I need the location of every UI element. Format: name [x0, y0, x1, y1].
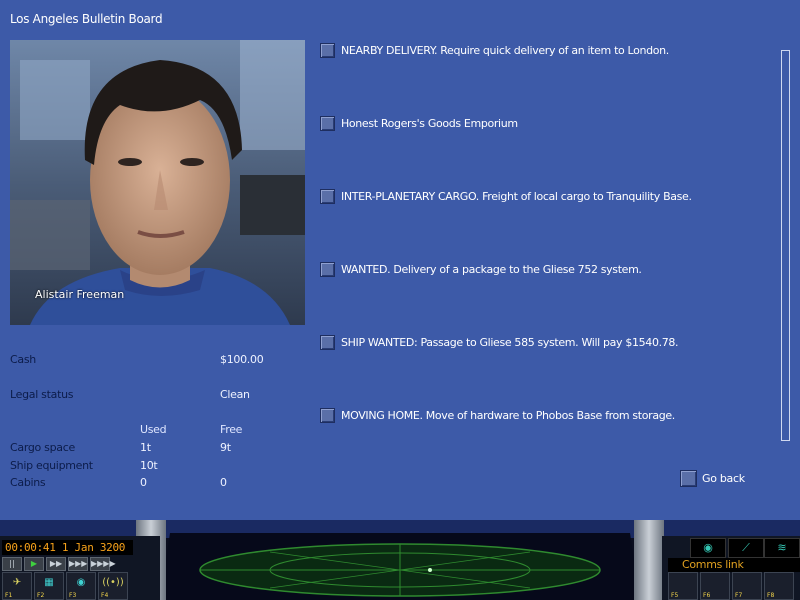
go-back-checkbox[interactable]	[680, 470, 697, 487]
bulletin-item-text: Honest Rogers's Goods Emporium	[341, 116, 518, 130]
map-icon[interactable]: ▦ F2	[34, 572, 64, 600]
go-back-label: Go back	[702, 472, 745, 485]
bulletin-item-text: SHIP WANTED: Passage to Gliese 585 syste…	[341, 335, 679, 349]
console-frame-right	[634, 520, 664, 600]
bulletin-item-text: MOVING HOME. Move of hardware to Phobos …	[341, 408, 675, 422]
cabins-used: 0	[140, 476, 147, 489]
pause-button[interactable]: ||	[2, 557, 22, 571]
eye-icon[interactable]: ◉	[690, 538, 726, 558]
speed-3-button[interactable]: ▶▶▶	[68, 557, 88, 571]
bulletin-item-text: INTER-PLANETARY CARGO. Freight of local …	[341, 189, 692, 203]
cargo-space-free: 9t	[220, 441, 231, 454]
bulletin-scrollbar[interactable]	[781, 50, 790, 441]
window-title: Los Angeles Bulletin Board	[10, 12, 163, 26]
bulletin-checkbox[interactable]	[320, 261, 335, 277]
launch-icon[interactable]: ✈ F1	[2, 572, 32, 600]
bulletin-item[interactable]: NEARBY DELIVERY. Require quick delivery …	[320, 40, 669, 60]
ship-equipment-label: Ship equipment	[10, 459, 93, 472]
cabins-free: 0	[220, 476, 227, 489]
character-portrait: Alistair Freeman	[10, 40, 305, 325]
bulletin-item[interactable]: Honest Rogers's Goods Emporium	[320, 113, 518, 133]
bulletin-checkbox[interactable]	[320, 334, 335, 350]
free-column-header: Free	[220, 423, 243, 436]
ship-equipment-used: 10t	[140, 459, 158, 472]
comms-icon[interactable]: ((•)) F4	[98, 572, 128, 600]
right-function-keys: F5 F6 F7 F8	[668, 572, 794, 600]
cash-label: Cash	[10, 353, 36, 366]
sextant-icon[interactable]: ⟋	[728, 538, 764, 558]
bulletin-item[interactable]: MOVING HOME. Move of hardware to Phobos …	[320, 405, 675, 425]
comms-link-label: Comms link	[668, 558, 800, 572]
cash-value: $100.00	[220, 353, 264, 366]
used-column-header: Used	[140, 423, 167, 436]
bulletin-checkbox[interactable]	[320, 42, 335, 58]
legal-status-value: Clean	[220, 388, 250, 401]
left-function-keys: ✈ F1 ▦ F2 ◉ F3 ((•)) F4	[2, 572, 128, 600]
graph-icon[interactable]: ≋	[764, 538, 800, 558]
bulletin-item-text: WANTED. Delivery of a package to the Gli…	[341, 262, 642, 276]
speed-4-button[interactable]: ▶▶▶▶	[90, 557, 116, 571]
info-icon[interactable]: ◉ F3	[66, 572, 96, 600]
cargo-space-used: 1t	[140, 441, 151, 454]
speed-2-button[interactable]: ▶▶	[46, 557, 66, 571]
bulletin-checkbox[interactable]	[320, 407, 335, 423]
bulletin-item[interactable]: INTER-PLANETARY CARGO. Freight of local …	[320, 186, 692, 206]
bulletin-checkbox[interactable]	[320, 188, 335, 204]
time-controls: || ▶ ▶▶ ▶▶▶ ▶▶▶▶	[2, 557, 116, 571]
f6-icon[interactable]: F6	[700, 572, 730, 600]
legal-status-label: Legal status	[10, 388, 74, 401]
scanner-blip	[428, 568, 432, 572]
scanner-display	[160, 533, 640, 600]
portrait-image	[10, 40, 305, 325]
bulletin-checkbox[interactable]	[320, 115, 335, 131]
bulletin-item[interactable]: WANTED. Delivery of a package to the Gli…	[320, 259, 642, 279]
play-button[interactable]: ▶	[24, 557, 44, 571]
portrait-name-label: Alistair Freeman	[35, 288, 125, 301]
cargo-space-label: Cargo space	[10, 441, 75, 454]
f7-icon[interactable]: F7	[732, 572, 762, 600]
game-clock: 00:00:41 1 Jan 3200	[2, 540, 133, 555]
cabins-label: Cabins	[10, 476, 46, 489]
f8-icon[interactable]: F8	[764, 572, 794, 600]
go-back-button[interactable]: Go back	[680, 470, 745, 487]
bulletin-item[interactable]: SHIP WANTED: Passage to Gliese 585 syste…	[320, 332, 679, 352]
f5-icon[interactable]: F5	[668, 572, 698, 600]
bulletin-item-text: NEARBY DELIVERY. Require quick delivery …	[341, 43, 669, 57]
